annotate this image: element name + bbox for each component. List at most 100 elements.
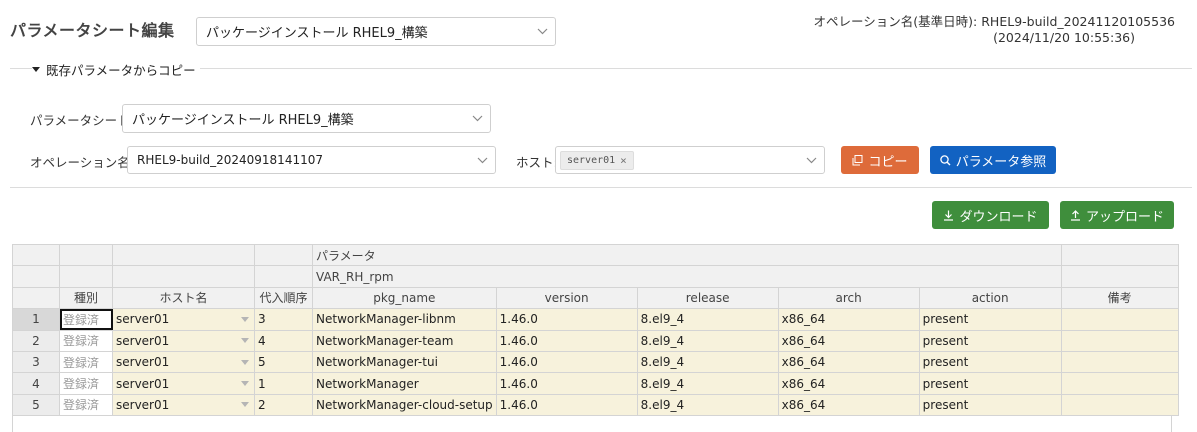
column-header: [12, 286, 60, 310]
release-cell[interactable]: 8.el9_4: [636, 350, 779, 374]
corner-cell: [12, 265, 60, 288]
note-cell[interactable]: [1060, 350, 1179, 374]
header-blank: [1060, 243, 1179, 267]
header-blank: [112, 243, 255, 267]
chevron-down-icon: [464, 115, 490, 122]
arch-cell[interactable]: x86_64: [777, 393, 920, 417]
column-header[interactable]: 種別: [59, 286, 113, 310]
header-row-group: パラメータ: [12, 243, 1179, 267]
note-cell[interactable]: [1060, 308, 1179, 331]
operation-info-name: RHEL9-build_20241120105536: [981, 14, 1175, 29]
host-cell[interactable]: server01: [112, 308, 255, 331]
host-tag: server01 ×: [560, 150, 634, 170]
row-number[interactable]: 1: [12, 308, 60, 331]
operation-info-label: オペレーション名(基準日時):: [813, 14, 978, 29]
version-cell[interactable]: 1.46.0: [495, 350, 638, 374]
parameter-reference-button[interactable]: パラメータ参照: [930, 146, 1056, 174]
table-row: 2 登録済 server01 4 NetworkManager-team 1.4…: [12, 329, 1179, 352]
chevron-down-icon: [798, 157, 824, 164]
copy-host-select[interactable]: server01 ×: [555, 146, 825, 174]
action-cell[interactable]: present: [918, 308, 1062, 331]
upload-icon: [1070, 209, 1080, 221]
host-cell[interactable]: server01: [112, 393, 255, 417]
column-header[interactable]: release: [636, 286, 779, 310]
pkg-name-cell[interactable]: NetworkManager-libnm: [312, 308, 497, 331]
row-number[interactable]: 5: [12, 393, 60, 417]
arch-cell[interactable]: x86_64: [777, 329, 920, 352]
pkg-name-cell[interactable]: NetworkManager: [312, 372, 497, 395]
column-header[interactable]: version: [495, 286, 638, 310]
chevron-down-icon: [469, 157, 495, 164]
copy-section-toggle[interactable]: 既存パラメータからコピー: [32, 60, 200, 79]
row-number[interactable]: 4: [12, 372, 60, 395]
note-cell[interactable]: [1060, 372, 1179, 395]
order-cell[interactable]: 1: [254, 372, 313, 395]
order-cell[interactable]: 5: [254, 350, 313, 374]
action-cell[interactable]: present: [918, 393, 1062, 417]
note-cell[interactable]: [1060, 329, 1179, 352]
order-cell[interactable]: 3: [254, 308, 313, 331]
note-cell[interactable]: [1060, 393, 1179, 417]
host-cell[interactable]: server01: [112, 372, 255, 395]
row-number[interactable]: 2: [12, 329, 60, 352]
copy-sheet-select[interactable]: パッケージインストール RHEL9_構築: [122, 104, 491, 133]
dropdown-arrow-icon[interactable]: [241, 316, 249, 322]
column-header[interactable]: pkg_name: [312, 286, 497, 310]
pkg-name-cell[interactable]: NetworkManager-cloud-setup: [312, 393, 497, 417]
sheet-select-value: パッケージインストール RHEL9_構築: [206, 26, 428, 41]
version-cell[interactable]: 1.46.0: [495, 308, 638, 331]
dropdown-arrow-icon[interactable]: [241, 381, 249, 387]
chevron-down-icon: [529, 28, 555, 35]
dropdown-arrow-icon[interactable]: [241, 359, 249, 365]
host-cell[interactable]: server01: [112, 329, 255, 352]
arch-cell[interactable]: x86_64: [777, 308, 920, 331]
column-header[interactable]: 代入順序: [254, 286, 313, 310]
version-cell[interactable]: 1.46.0: [495, 393, 638, 417]
table-row: 1 登録済 server01 3 NetworkManager-libnm 1.…: [12, 308, 1179, 331]
copy-button[interactable]: コピー: [841, 146, 919, 174]
release-cell[interactable]: 8.el9_4: [636, 372, 779, 395]
version-cell[interactable]: 1.46.0: [495, 329, 638, 352]
host-cell[interactable]: server01: [112, 350, 255, 374]
host-value: server01: [116, 312, 170, 327]
download-button[interactable]: ダウンロード: [932, 201, 1049, 229]
arch-cell[interactable]: x86_64: [777, 350, 920, 374]
dropdown-arrow-icon[interactable]: [241, 402, 249, 408]
copy-operation-value: RHEL9-build_20240918141107: [137, 153, 323, 167]
kind-cell[interactable]: 登録済: [59, 350, 113, 374]
download-label: ダウンロード: [959, 209, 1038, 225]
order-cell[interactable]: 2: [254, 393, 313, 417]
copy-section-legend: 既存パラメータからコピー: [46, 63, 196, 78]
sheet-select[interactable]: パッケージインストール RHEL9_構築: [196, 17, 556, 46]
search-icon: [939, 154, 951, 165]
copy-operation-select[interactable]: RHEL9-build_20240918141107: [127, 146, 496, 174]
pkg-name-cell[interactable]: NetworkManager-tui: [312, 350, 497, 374]
kind-cell[interactable]: 登録済: [59, 393, 113, 417]
action-cell[interactable]: present: [918, 329, 1062, 352]
kind-cell[interactable]: 登録済: [59, 372, 113, 395]
pkg-name-cell[interactable]: NetworkManager-team: [312, 329, 497, 352]
action-cell[interactable]: present: [918, 372, 1062, 395]
version-cell[interactable]: 1.46.0: [495, 372, 638, 395]
row-number[interactable]: 3: [12, 350, 60, 374]
arch-cell[interactable]: x86_64: [777, 372, 920, 395]
upload-button[interactable]: アップロード: [1060, 201, 1174, 229]
action-cell[interactable]: present: [918, 350, 1062, 374]
dropdown-arrow-icon[interactable]: [241, 338, 249, 344]
kind-cell[interactable]: 登録済: [59, 308, 113, 331]
parameter-table: パラメータ VAR_RH_rpm 種別 ホスト名 代入順序 pkg_name v…: [12, 243, 1179, 417]
column-header[interactable]: action: [918, 286, 1062, 310]
copy-button-label: コピー: [868, 154, 908, 170]
release-cell[interactable]: 8.el9_4: [636, 393, 779, 417]
table-row: 3 登録済 server01 5 NetworkManager-tui 1.46…: [12, 350, 1179, 374]
release-cell[interactable]: 8.el9_4: [636, 308, 779, 331]
order-cell[interactable]: 4: [254, 329, 313, 352]
caret-down-icon: [32, 66, 40, 72]
kind-cell[interactable]: 登録済: [59, 329, 113, 352]
table-empty-area: [12, 415, 1172, 432]
column-header[interactable]: ホスト名: [112, 286, 255, 310]
column-header[interactable]: 備考: [1060, 286, 1179, 310]
column-header[interactable]: arch: [777, 286, 920, 310]
remove-tag-icon[interactable]: ×: [620, 154, 627, 167]
release-cell[interactable]: 8.el9_4: [636, 329, 779, 352]
